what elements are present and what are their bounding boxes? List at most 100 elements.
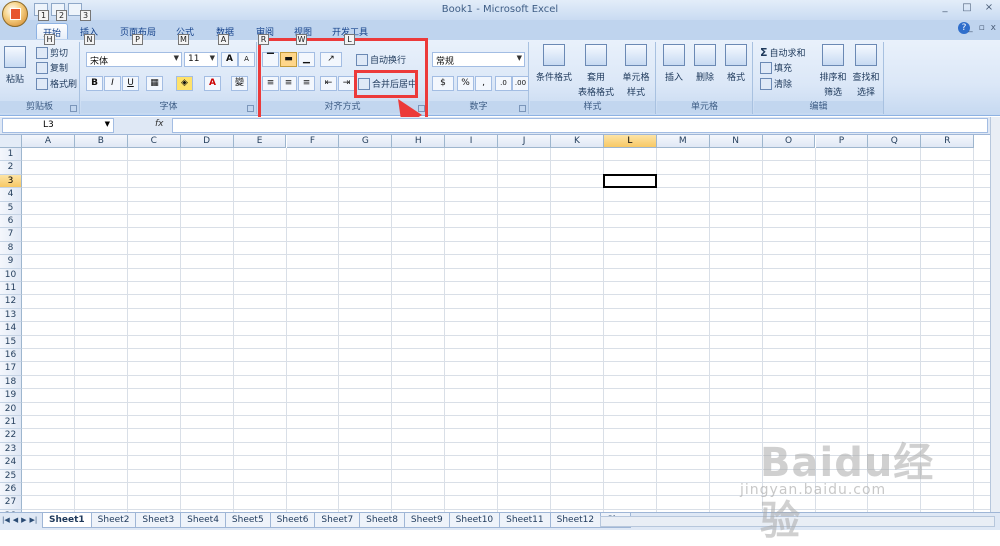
- row-header[interactable]: 4: [0, 188, 22, 202]
- row-header[interactable]: 26: [0, 483, 22, 497]
- sheet-tab[interactable]: Sheet3: [135, 513, 182, 528]
- row-header[interactable]: 3: [0, 174, 22, 189]
- cut-button[interactable]: 剪切: [36, 46, 68, 59]
- name-box[interactable]: L3 ▼: [2, 118, 114, 133]
- number-launcher-icon[interactable]: [519, 105, 526, 112]
- row-header[interactable]: 27: [0, 496, 22, 510]
- comma-button[interactable]: ,: [475, 76, 492, 91]
- column-header[interactable]: I: [445, 135, 499, 148]
- sheet-tab[interactable]: Sheet6: [269, 513, 316, 528]
- sheet-tab[interactable]: Sheet7: [314, 513, 361, 528]
- align-top-icon[interactable]: ▔: [262, 52, 279, 67]
- row-header[interactable]: 2: [0, 161, 22, 175]
- align-right-icon[interactable]: ≡: [298, 76, 315, 91]
- row-header[interactable]: 6: [0, 215, 22, 229]
- row-header[interactable]: 17: [0, 362, 22, 376]
- percent-button[interactable]: %: [457, 76, 474, 91]
- align-left-icon[interactable]: ≡: [262, 76, 279, 91]
- formula-input[interactable]: [172, 118, 988, 133]
- italic-button[interactable]: I: [104, 76, 121, 91]
- column-header[interactable]: H: [392, 135, 446, 148]
- format-painter-button[interactable]: 格式刷: [36, 77, 77, 90]
- format-as-table-button[interactable]: 套用 表格格式: [576, 44, 616, 98]
- row-header[interactable]: 8: [0, 241, 22, 256]
- phonetic-button[interactable]: 變: [231, 76, 248, 91]
- workbook-close-button[interactable]: x: [991, 23, 996, 33]
- find-select-button[interactable]: 查找和 选择: [850, 44, 882, 98]
- row-header[interactable]: 18: [0, 375, 22, 390]
- font-name-combo[interactable]: 宋体 ▼: [86, 52, 182, 67]
- minimize-button[interactable]: _: [938, 2, 952, 14]
- sheet-tab[interactable]: Sheet2: [90, 513, 137, 528]
- row-header[interactable]: 13: [0, 308, 22, 323]
- sort-filter-button[interactable]: 排序和 筛选: [818, 44, 848, 98]
- column-header[interactable]: Q: [868, 135, 922, 148]
- format-cells-button[interactable]: 格式: [721, 44, 751, 83]
- row-header[interactable]: 20: [0, 402, 22, 416]
- column-header[interactable]: D: [180, 135, 234, 148]
- copy-button[interactable]: 复制: [36, 61, 68, 74]
- currency-icon[interactable]: $: [432, 76, 454, 91]
- column-header[interactable]: N: [709, 135, 763, 148]
- column-header[interactable]: M: [656, 135, 710, 148]
- decrease-decimal-icon[interactable]: .00: [512, 76, 529, 91]
- font-size-combo[interactable]: 11 ▼: [184, 52, 218, 67]
- column-header[interactable]: R: [921, 135, 975, 148]
- row-header[interactable]: 12: [0, 295, 22, 309]
- align-center-icon[interactable]: ≡: [280, 76, 297, 91]
- office-button[interactable]: [2, 1, 28, 27]
- shrink-font-button[interactable]: A: [238, 52, 255, 67]
- sheet-tab[interactable]: Sheet9: [403, 513, 450, 528]
- row-header[interactable]: 24: [0, 456, 22, 470]
- borders-icon[interactable]: ▦: [146, 76, 163, 91]
- last-sheet-icon[interactable]: ▶|: [30, 516, 38, 524]
- sheet-tab[interactable]: Sheet8: [359, 513, 405, 528]
- column-header[interactable]: E: [233, 135, 287, 148]
- row-header[interactable]: 15: [0, 335, 22, 349]
- row-header[interactable]: 19: [0, 389, 22, 403]
- align-bottom-icon[interactable]: ▁: [298, 52, 315, 67]
- increase-indent-icon[interactable]: ⇥: [338, 76, 355, 91]
- fill-button[interactable]: 填充: [760, 61, 792, 74]
- maximize-button[interactable]: □: [960, 2, 974, 14]
- workbook-minimize-button[interactable]: _: [968, 23, 973, 33]
- column-header[interactable]: A: [22, 135, 75, 148]
- row-header[interactable]: 23: [0, 442, 22, 457]
- prev-sheet-icon[interactable]: ◀: [13, 516, 18, 524]
- decrease-indent-icon[interactable]: ⇤: [320, 76, 337, 91]
- insert-function-button[interactable]: fx: [155, 119, 164, 129]
- row-header[interactable]: 1: [0, 148, 22, 162]
- increase-decimal-icon[interactable]: .0: [495, 76, 512, 91]
- close-button[interactable]: ×: [982, 2, 996, 14]
- wrap-text-button[interactable]: 自动换行: [356, 53, 406, 66]
- next-sheet-icon[interactable]: ▶: [21, 516, 26, 524]
- grow-font-button[interactable]: A: [221, 52, 238, 67]
- column-header[interactable]: G: [339, 135, 393, 148]
- paste-button[interactable]: 粘贴: [4, 46, 26, 85]
- column-header[interactable]: F: [286, 135, 340, 148]
- fill-color-icon[interactable]: ◈: [176, 76, 193, 91]
- number-format-combo[interactable]: 常规 ▼: [432, 52, 525, 67]
- bold-button[interactable]: B: [86, 76, 103, 91]
- row-header[interactable]: 7: [0, 228, 22, 242]
- conditional-format-button[interactable]: 条件格式: [534, 44, 574, 83]
- sheet-tab[interactable]: Sheet5: [224, 513, 271, 528]
- delete-cells-button[interactable]: 删除: [690, 44, 720, 83]
- column-header[interactable]: B: [74, 135, 128, 148]
- column-header[interactable]: K: [551, 135, 604, 148]
- align-middle-icon[interactable]: ▬: [280, 52, 297, 67]
- clipboard-launcher-icon[interactable]: [70, 105, 77, 112]
- font-launcher-icon[interactable]: [247, 105, 254, 112]
- underline-button[interactable]: U: [122, 76, 139, 91]
- sheet-tab[interactable]: Sheet12: [549, 513, 602, 528]
- select-all-corner[interactable]: [0, 135, 22, 148]
- row-header[interactable]: 10: [0, 268, 22, 282]
- column-header[interactable]: L: [603, 135, 657, 148]
- sheet-tab[interactable]: Sheet11: [499, 513, 551, 528]
- sheet-tab[interactable]: Sheet4: [180, 513, 226, 528]
- row-header[interactable]: 11: [0, 282, 22, 296]
- insert-cells-button[interactable]: 插入: [659, 44, 689, 83]
- row-header[interactable]: 21: [0, 416, 22, 430]
- row-header[interactable]: 16: [0, 349, 22, 363]
- row-header[interactable]: 9: [0, 255, 22, 269]
